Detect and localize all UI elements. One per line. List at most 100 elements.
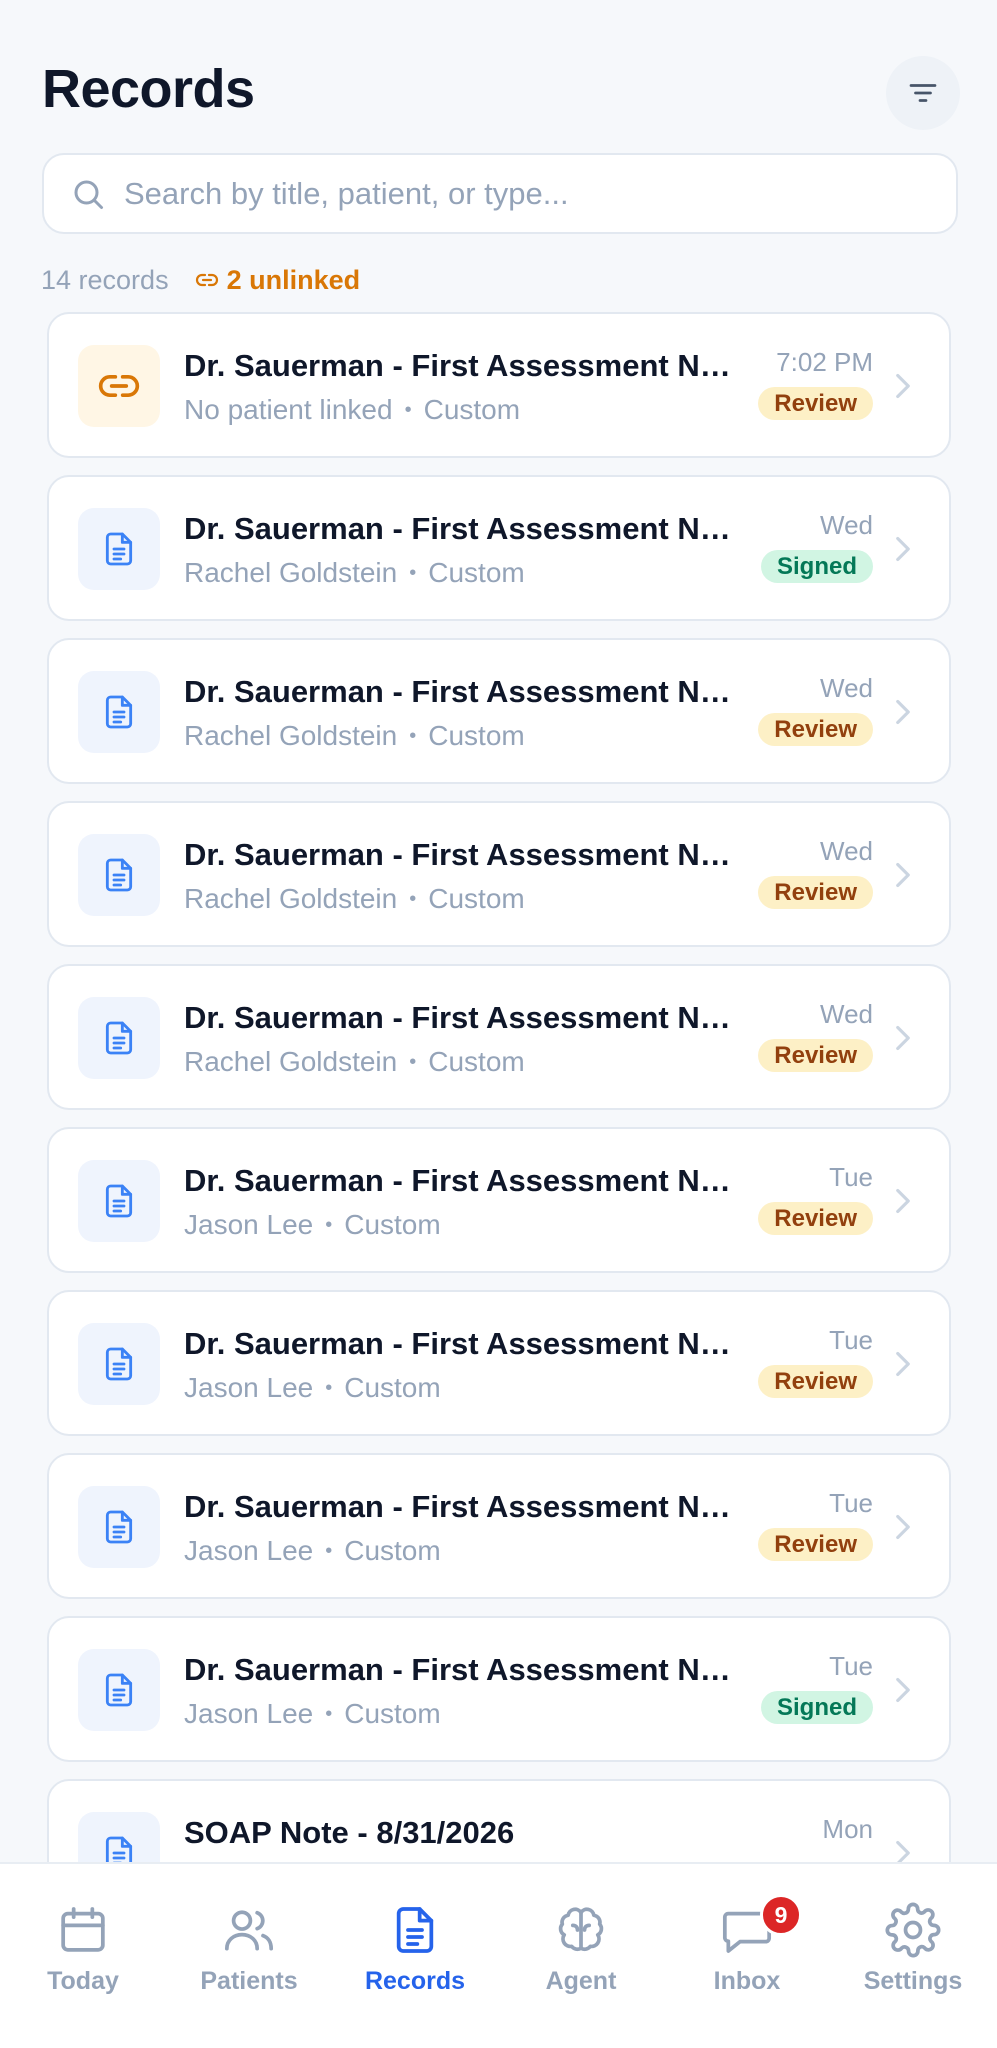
record-card[interactable]: Dr. Sauerman - First Assessment Note Jas…: [47, 1453, 951, 1599]
record-icon: [78, 834, 160, 916]
document-icon: [105, 858, 133, 892]
record-card[interactable]: Dr. Sauerman - First Assessment Note Rac…: [47, 638, 951, 784]
record-card[interactable]: Dr. Sauerman - First Assessment Note Jas…: [47, 1290, 951, 1436]
status-badge: Review: [758, 387, 873, 420]
status-badge: Review: [758, 1528, 873, 1561]
record-icon: [78, 1486, 160, 1568]
record-meta: Rachel Goldstein • Custom: [184, 883, 525, 914]
unlinked-filter[interactable]: 2 unlinked: [195, 264, 361, 296]
record-patient: Rachel Goldstein: [184, 557, 398, 588]
chevron-right-icon: [896, 373, 910, 399]
records-screen: Records 14 records 2 unlinked: [0, 0, 997, 2048]
record-patient: Rachel Goldstein: [184, 1046, 398, 1077]
chevron-right-icon: [896, 862, 910, 888]
record-type: Custom: [428, 1046, 525, 1077]
record-time: Tue: [829, 1488, 873, 1518]
record-icon: [78, 671, 160, 753]
record-type: Custom: [344, 1535, 441, 1566]
tab-settings[interactable]: Settings: [838, 1902, 988, 2002]
record-card[interactable]: Dr. Sauerman - First Assessment Note Rac…: [47, 801, 951, 947]
chevron-right-icon: [896, 1188, 910, 1214]
filter-button[interactable]: [886, 56, 960, 130]
filter-icon: [909, 84, 937, 102]
record-type: Custom: [428, 557, 525, 588]
record-time: Tue: [829, 1651, 873, 1681]
link-icon: [98, 375, 140, 397]
status-badge: Review: [758, 1039, 873, 1072]
record-time: Mon: [822, 1814, 873, 1844]
search-input[interactable]: [124, 175, 904, 212]
search-icon: [74, 180, 103, 209]
status-badge: Signed: [760, 1691, 873, 1724]
chevron-right-icon: [896, 1514, 910, 1540]
record-title: SOAP Note - 8/31/2026: [184, 1815, 515, 1850]
record-title: Dr. Sauerman - First Assessment Note: [184, 1163, 744, 1198]
unlinked-count: 2 unlinked: [226, 264, 361, 295]
record-type: Custom: [428, 720, 525, 751]
record-card[interactable]: Dr. Sauerman - First Assessment Note Rac…: [47, 475, 951, 621]
record-icon: [78, 1323, 160, 1405]
record-title: Dr. Sauerman - First Assessment Note: [184, 674, 744, 709]
tab-patients[interactable]: Patients: [174, 1902, 324, 2002]
record-patient: Rachel Goldstein: [184, 883, 398, 914]
record-icon: [78, 1812, 160, 1862]
record-meta: Rachel Goldstein • Custom: [184, 1046, 525, 1077]
document-icon: [105, 695, 133, 729]
tab-today[interactable]: Today: [8, 1902, 158, 2002]
tab-inbox[interactable]: 9 Inbox: [672, 1894, 822, 2002]
record-patient: Jason Lee: [184, 1698, 314, 1729]
chevron-right-icon: [896, 1025, 910, 1051]
record-title: Dr. Sauerman - First Assessment Note: [184, 511, 744, 546]
record-time: Wed: [820, 999, 873, 1029]
header: Records: [0, 0, 997, 150]
records-summary: 14 records 2 unlinked: [41, 262, 360, 298]
search-bar: [42, 153, 958, 234]
chevron-right-icon: [896, 536, 910, 562]
document-icon: [105, 1184, 133, 1218]
document-icon: [396, 1907, 434, 1953]
record-patient: Jason Lee: [184, 1372, 314, 1403]
status-badge: Review: [758, 1202, 873, 1235]
status-badge: Review: [758, 876, 873, 909]
document-icon: [105, 532, 133, 566]
record-icon: [78, 997, 160, 1079]
record-card[interactable]: Dr. Sauerman - First Assessment Note Jas…: [47, 1127, 951, 1273]
tab-agent[interactable]: Agent: [506, 1902, 656, 2002]
tab-label: Inbox: [713, 1967, 781, 1995]
page-title: Records: [42, 59, 255, 119]
records-list: Dr. Sauerman - First Assessment Note No …: [0, 312, 997, 1862]
record-icon: [78, 1649, 160, 1731]
record-patient: Rachel Goldstein: [184, 720, 398, 751]
document-icon: [105, 1673, 133, 1707]
record-time: Wed: [820, 836, 873, 866]
record-meta: Jason Lee • Custom: [184, 1698, 441, 1729]
record-type: Custom: [344, 1698, 441, 1729]
record-meta: No patient linked • Custom: [184, 394, 521, 425]
tab-records[interactable]: Records: [340, 1902, 490, 2002]
record-card[interactable]: Dr. Sauerman - First Assessment Note No …: [47, 312, 951, 458]
record-type: Custom: [428, 883, 525, 914]
record-title: Dr. Sauerman - First Assessment Note: [184, 1000, 744, 1035]
record-card[interactable]: SOAP Note - 8/31/2026 Mon: [47, 1779, 951, 1862]
record-card[interactable]: Dr. Sauerman - First Assessment Note Jas…: [47, 1616, 951, 1762]
record-time: 7:02 PM: [776, 347, 873, 377]
record-card[interactable]: Dr. Sauerman - First Assessment Note Rac…: [47, 964, 951, 1110]
record-time: Tue: [829, 1325, 873, 1355]
link-icon: [195, 273, 218, 287]
chevron-right-icon: [896, 1840, 910, 1862]
chevron-right-icon: [896, 1351, 910, 1377]
inbox-count-badge: 9: [760, 1894, 802, 1936]
brain-icon: [558, 1907, 604, 1952]
record-patient: Jason Lee: [184, 1535, 314, 1566]
record-title: Dr. Sauerman - First Assessment Note: [184, 1652, 744, 1687]
tab-label: Records: [364, 1967, 466, 1995]
record-meta: Rachel Goldstein • Custom: [184, 557, 525, 588]
document-icon: [105, 1836, 133, 1862]
record-patient: No patient linked: [184, 394, 393, 425]
calendar-icon: [61, 1907, 105, 1952]
record-title: Dr. Sauerman - First Assessment Note: [184, 1489, 744, 1524]
record-meta: Jason Lee • Custom: [184, 1535, 441, 1566]
record-meta: Jason Lee • Custom: [184, 1372, 441, 1403]
status-badge: Signed: [760, 550, 873, 583]
tab-label: Today: [47, 1967, 119, 1995]
